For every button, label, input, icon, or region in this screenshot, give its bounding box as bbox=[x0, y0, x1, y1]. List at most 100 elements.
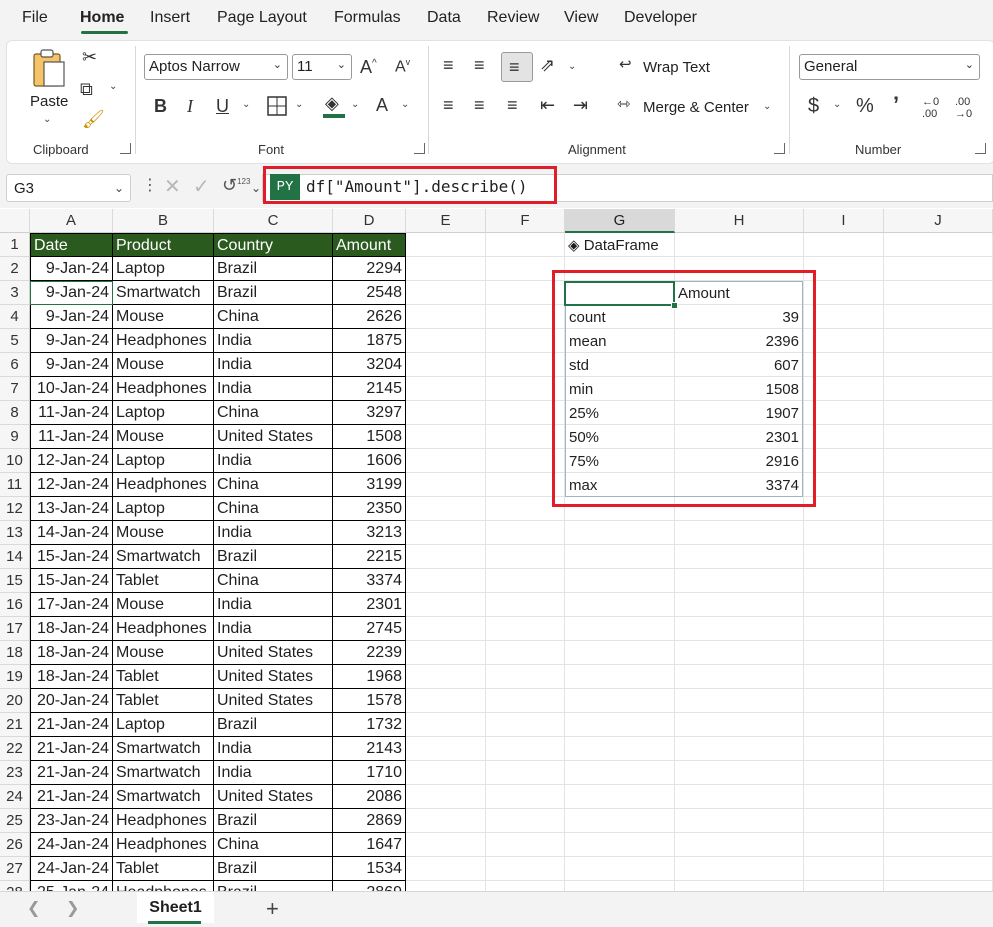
table-cell[interactable]: 2350 bbox=[333, 497, 406, 521]
empty-cell[interactable] bbox=[406, 257, 486, 281]
empty-cell[interactable] bbox=[486, 761, 565, 785]
empty-cell[interactable] bbox=[675, 881, 804, 891]
underline-icon[interactable]: U bbox=[216, 97, 229, 115]
empty-cell[interactable] bbox=[675, 617, 804, 641]
empty-cell[interactable] bbox=[675, 545, 804, 569]
menu-formulas[interactable]: Formulas bbox=[334, 9, 401, 27]
menu-review[interactable]: Review bbox=[487, 9, 539, 27]
table-cell[interactable]: Mouse bbox=[113, 641, 214, 665]
font-size-select[interactable]: 11 ⌄ bbox=[292, 54, 352, 80]
empty-cell[interactable] bbox=[804, 857, 884, 881]
empty-cell[interactable] bbox=[565, 545, 675, 569]
empty-cell[interactable] bbox=[804, 329, 884, 353]
empty-cell[interactable] bbox=[675, 761, 804, 785]
decrease-indent-icon[interactable]: ⇤ bbox=[540, 96, 555, 114]
table-cell[interactable]: United States bbox=[214, 689, 333, 713]
empty-cell[interactable] bbox=[406, 353, 486, 377]
empty-cell[interactable] bbox=[675, 593, 804, 617]
comma-style-icon[interactable]: ’ bbox=[893, 94, 899, 116]
table-cell[interactable]: 10-Jan-24 bbox=[30, 377, 113, 401]
row-header[interactable]: 2 bbox=[0, 257, 30, 281]
empty-cell[interactable] bbox=[804, 761, 884, 785]
empty-cell[interactable] bbox=[406, 833, 486, 857]
empty-cell[interactable] bbox=[884, 281, 993, 305]
empty-cell[interactable] bbox=[406, 641, 486, 665]
empty-cell[interactable] bbox=[804, 473, 884, 497]
empty-cell[interactable] bbox=[804, 233, 884, 257]
empty-cell[interactable] bbox=[804, 617, 884, 641]
empty-cell[interactable] bbox=[804, 521, 884, 545]
table-cell[interactable]: Smartwatch bbox=[113, 761, 214, 785]
fill-color-dropdown-chevron-icon[interactable]: ⌄ bbox=[351, 99, 359, 110]
empty-cell[interactable] bbox=[486, 833, 565, 857]
empty-cell[interactable] bbox=[565, 881, 675, 891]
table-cell[interactable]: 3297 bbox=[333, 401, 406, 425]
table-cell[interactable]: India bbox=[214, 353, 333, 377]
borders-icon[interactable] bbox=[267, 96, 287, 116]
column-header[interactable]: B bbox=[113, 209, 214, 233]
table-cell[interactable]: 21-Jan-24 bbox=[30, 713, 113, 737]
row-header[interactable]: 21 bbox=[0, 713, 30, 737]
row-header[interactable]: 7 bbox=[0, 377, 30, 401]
enter-icon[interactable]: ✓ bbox=[193, 177, 210, 197]
empty-cell[interactable] bbox=[804, 665, 884, 689]
table-cell[interactable]: China bbox=[214, 569, 333, 593]
percent-icon[interactable]: % bbox=[856, 96, 874, 116]
row-header[interactable]: 22 bbox=[0, 737, 30, 761]
empty-cell[interactable] bbox=[675, 785, 804, 809]
row-header[interactable]: 1 bbox=[0, 233, 30, 257]
empty-cell[interactable] bbox=[406, 809, 486, 833]
table-cell[interactable]: 3199 bbox=[333, 473, 406, 497]
table-cell[interactable]: United States bbox=[214, 665, 333, 689]
empty-cell[interactable] bbox=[406, 497, 486, 521]
table-cell[interactable]: 2145 bbox=[333, 377, 406, 401]
empty-cell[interactable] bbox=[486, 593, 565, 617]
row-header[interactable]: 27 bbox=[0, 857, 30, 881]
empty-cell[interactable] bbox=[884, 785, 993, 809]
empty-cell[interactable] bbox=[406, 881, 486, 891]
column-header[interactable]: F bbox=[486, 209, 565, 233]
table-cell[interactable]: 11-Jan-24 bbox=[30, 401, 113, 425]
table-cell[interactable]: Brazil bbox=[214, 713, 333, 737]
empty-cell[interactable] bbox=[884, 665, 993, 689]
empty-cell[interactable] bbox=[486, 617, 565, 641]
align-top-icon[interactable]: ≡ bbox=[443, 56, 454, 74]
table-cell[interactable]: 13-Jan-24 bbox=[30, 497, 113, 521]
row-header[interactable]: 5 bbox=[0, 329, 30, 353]
currency-icon[interactable]: $ bbox=[808, 96, 819, 116]
empty-cell[interactable] bbox=[486, 785, 565, 809]
empty-cell[interactable] bbox=[804, 281, 884, 305]
table-cell[interactable]: 12-Jan-24 bbox=[30, 473, 113, 497]
empty-cell[interactable] bbox=[486, 569, 565, 593]
empty-cell[interactable] bbox=[884, 377, 993, 401]
table-header-cell[interactable]: Amount bbox=[333, 233, 406, 257]
table-cell[interactable]: Headphones bbox=[113, 473, 214, 497]
row-header[interactable]: 18 bbox=[0, 641, 30, 665]
empty-cell[interactable] bbox=[675, 641, 804, 665]
align-middle-icon[interactable]: ≡ bbox=[474, 56, 485, 74]
table-cell[interactable]: Brazil bbox=[214, 545, 333, 569]
empty-cell[interactable] bbox=[804, 449, 884, 473]
table-cell[interactable]: Headphones bbox=[113, 329, 214, 353]
row-header[interactable]: 19 bbox=[0, 665, 30, 689]
table-cell[interactable]: 15-Jan-24 bbox=[30, 569, 113, 593]
empty-cell[interactable] bbox=[675, 809, 804, 833]
table-cell[interactable]: 1732 bbox=[333, 713, 406, 737]
empty-cell[interactable] bbox=[804, 257, 884, 281]
empty-cell[interactable] bbox=[406, 377, 486, 401]
empty-cell[interactable] bbox=[804, 497, 884, 521]
table-cell[interactable]: Brazil bbox=[214, 809, 333, 833]
row-header[interactable]: 15 bbox=[0, 569, 30, 593]
empty-cell[interactable] bbox=[675, 689, 804, 713]
menu-page-layout[interactable]: Page Layout bbox=[217, 9, 307, 27]
table-cell[interactable]: China bbox=[214, 401, 333, 425]
empty-cell[interactable] bbox=[804, 785, 884, 809]
table-cell[interactable]: 2548 bbox=[333, 281, 406, 305]
empty-cell[interactable] bbox=[884, 401, 993, 425]
sheet-tab-sheet1[interactable]: Sheet1 bbox=[137, 892, 214, 923]
empty-cell[interactable] bbox=[804, 713, 884, 737]
empty-cell[interactable] bbox=[675, 665, 804, 689]
font-launcher-icon[interactable] bbox=[414, 143, 425, 154]
cancel-icon[interactable]: ✕ bbox=[164, 177, 181, 197]
empty-cell[interactable] bbox=[675, 857, 804, 881]
